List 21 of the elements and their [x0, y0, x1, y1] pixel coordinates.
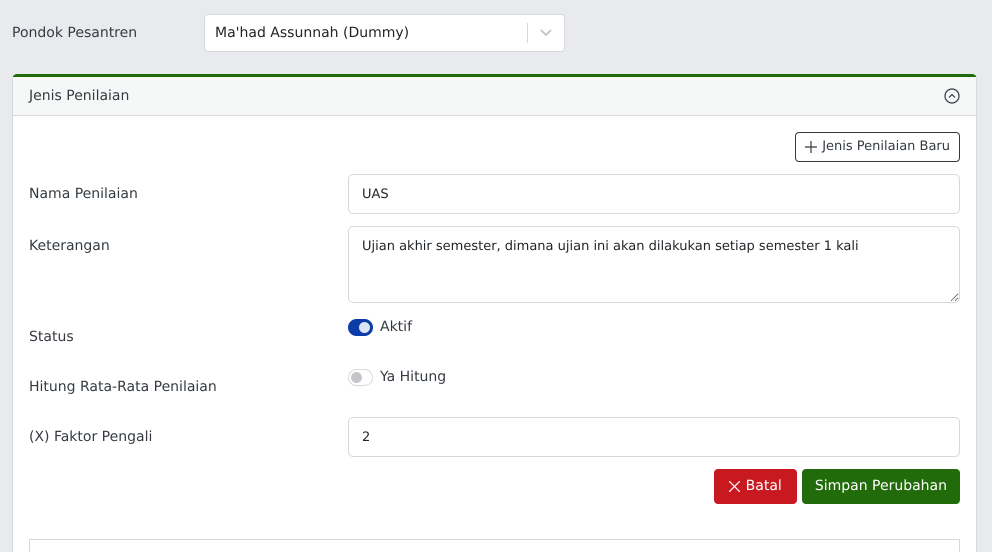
- textarea-input[interactable]: Ujian akhir semester, dimana ujian ini akan dilakukan setiap semester 1 kali: [348, 226, 960, 303]
- panel-title: Jenis Penilaian: [29, 86, 130, 106]
- toggle-label: Ya Hitung: [380, 368, 446, 387]
- select-dropdown[interactable]: Ma'had Assunnah (Dummy): [204, 14, 565, 52]
- collapse-toggle-icon[interactable]: [944, 88, 960, 104]
- field-label: Keterangan: [29, 237, 111, 256]
- cancel-button[interactable]: Batal: [714, 469, 797, 504]
- toggle-label: Aktif: [380, 318, 412, 337]
- plus-icon: [805, 141, 818, 153]
- save-button[interactable]: Simpan Perubahan: [802, 469, 960, 504]
- field-label: Nama Penilaian: [29, 185, 139, 204]
- field-label: Pondok Pesantren: [12, 24, 138, 42]
- text-input[interactable]: 2: [348, 417, 960, 457]
- chevron-down-icon: [540, 29, 552, 37]
- field-label: Hitung Rata-Rata Penilaian: [29, 378, 218, 397]
- field-label: Status: [29, 328, 75, 347]
- toggle-switch[interactable]: [348, 319, 373, 336]
- new-item-button[interactable]: Jenis Penilaian Baru: [795, 132, 960, 162]
- text-input[interactable]: UAS: [348, 174, 960, 214]
- close-icon: [728, 481, 740, 492]
- field-label: (X) Faktor Pengali: [29, 428, 154, 447]
